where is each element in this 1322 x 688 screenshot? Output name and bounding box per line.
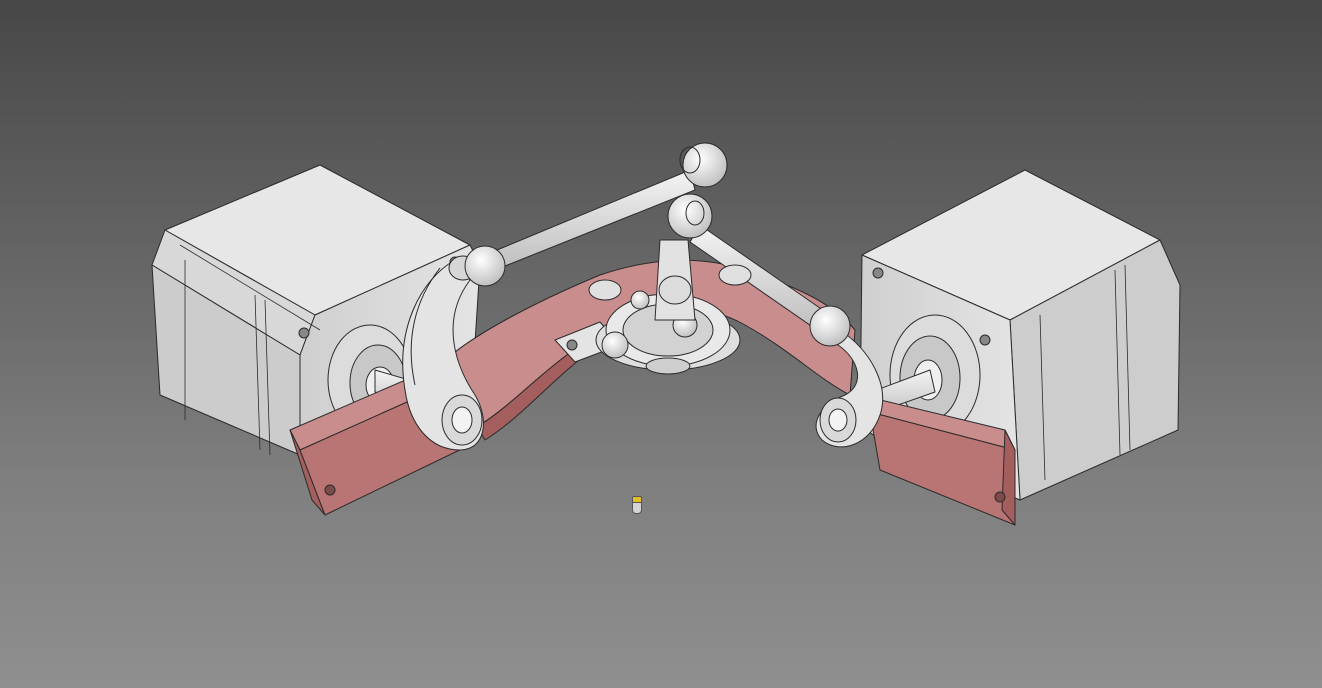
origin-marker-body [632, 502, 642, 514]
center-ball-joint [667, 193, 713, 239]
cad-viewport[interactable] [0, 0, 1322, 688]
assembly-model[interactable] [0, 0, 1322, 688]
right-ball-joint [809, 305, 851, 347]
left-ball-joint [464, 245, 506, 287]
coordinate-origin-icon[interactable] [630, 496, 642, 514]
top-ball-joint [682, 142, 728, 188]
